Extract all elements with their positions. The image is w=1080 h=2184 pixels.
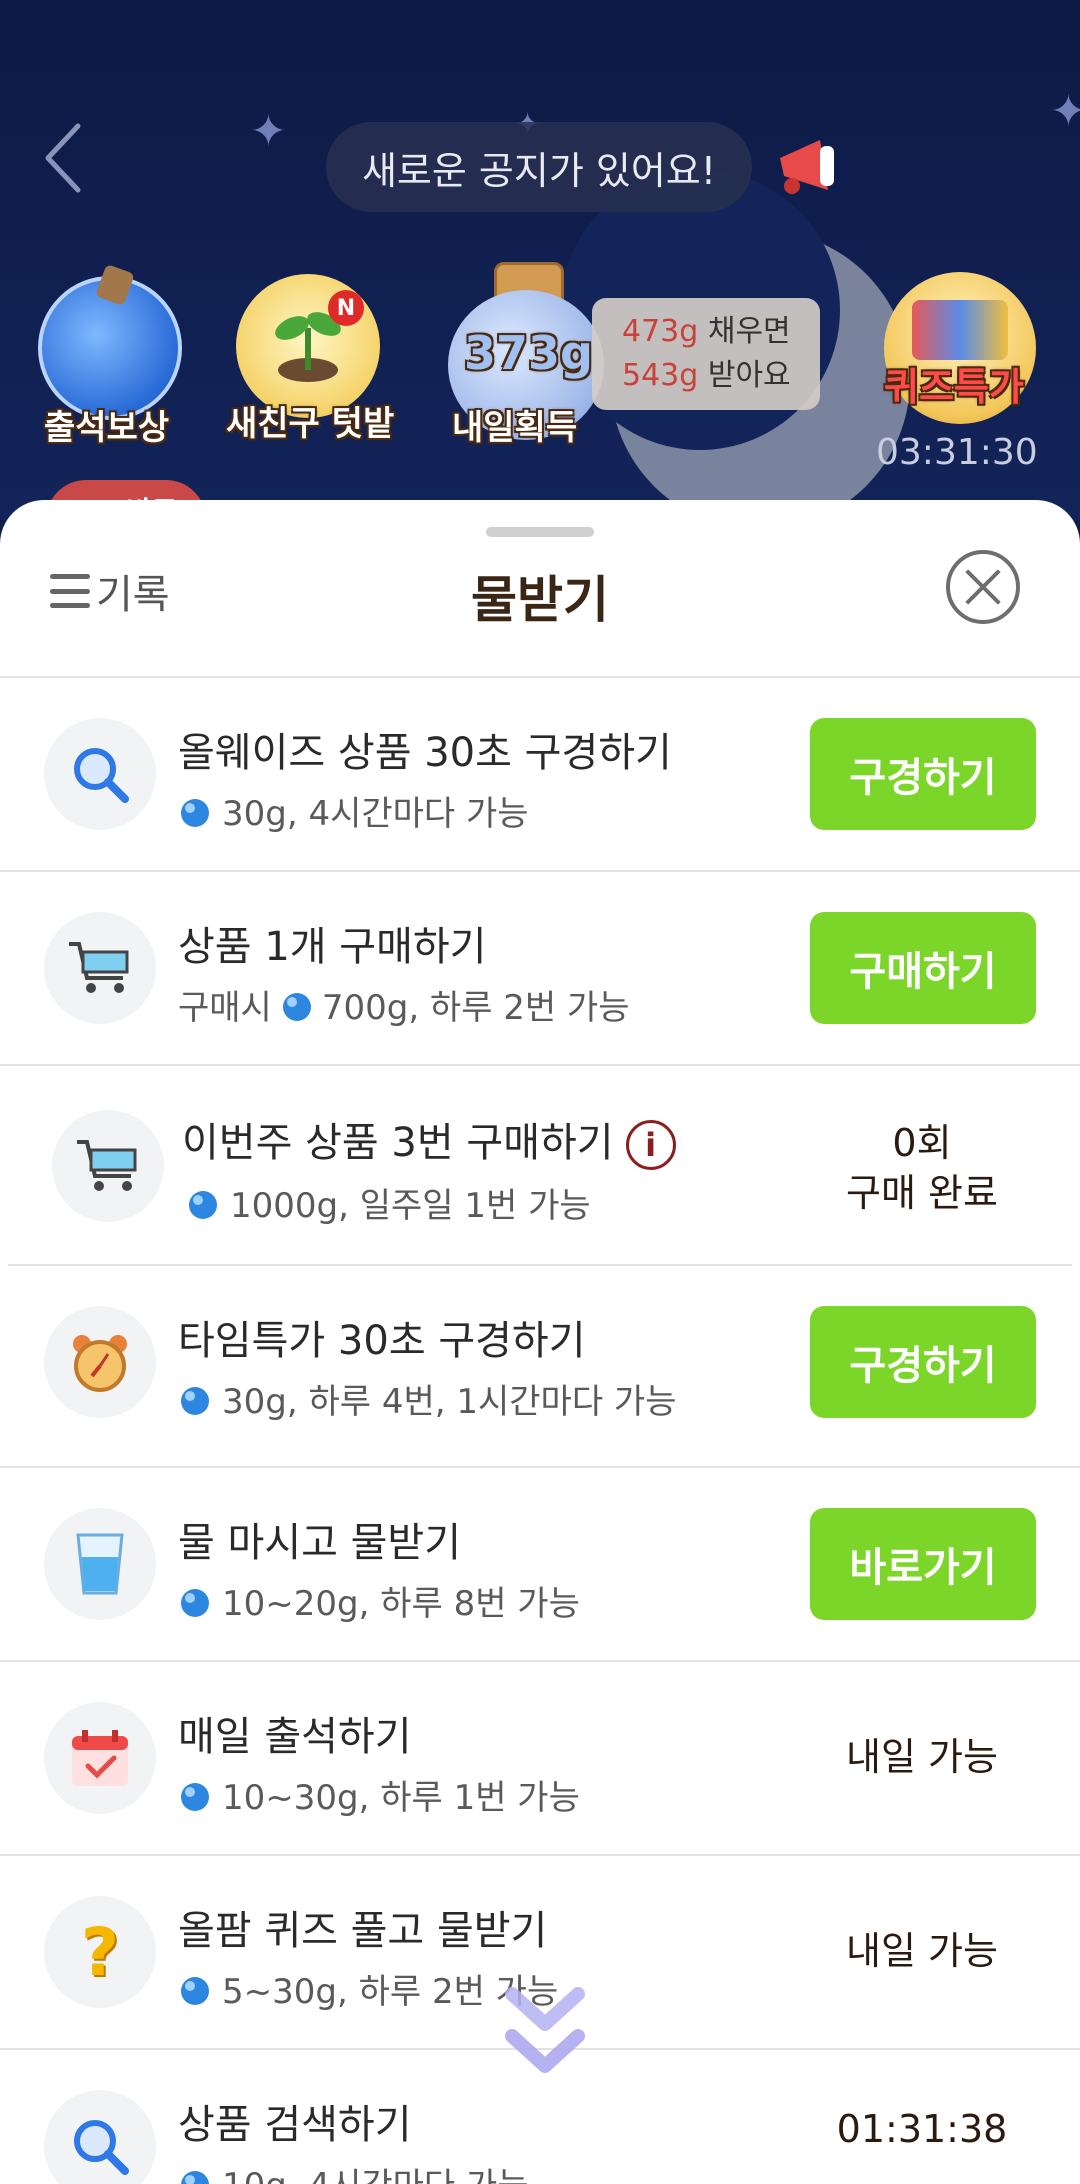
task-title: 매일 출석하기 <box>178 1714 412 1760</box>
task-row: 물 마시고 물받기 10~20g, 하루 8번 가능 바로가기 <box>0 1468 1080 1662</box>
purchase-status: 0회 구매 완료 <box>800 1118 1044 1218</box>
notice-text: 새로운 공지가 있어요! <box>361 148 717 193</box>
browse-button[interactable]: 구경하기 <box>810 1306 1036 1418</box>
water-glass-icon <box>44 1508 156 1620</box>
task-reward-text: 10~30g, 하루 1번 가능 <box>222 1778 580 1818</box>
cart-icon <box>44 912 156 1024</box>
task-title: 올웨이즈 상품 30초 구경하기 <box>178 730 672 776</box>
water-drop-icon <box>282 992 311 1021</box>
night-banner: ✦ ✦ ✦ 새로운 공지가 있어요! 출석보상 N 새친구 텃밭 373g <box>0 0 1080 520</box>
tooltip-amount-2: 543g <box>622 358 699 393</box>
tooltip-text-1: 채우면 <box>698 314 791 349</box>
icon-label: 새친구 텃밭 <box>226 404 395 444</box>
sparkle-icon: ✦ <box>1050 86 1080 137</box>
water-drop-icon <box>181 1976 209 2005</box>
search-icon <box>44 2090 156 2184</box>
scroll-down-chevron-icon[interactable] <box>500 1980 590 2090</box>
icon-label: 퀴즈특가 <box>884 365 1024 409</box>
alarm-clock-icon <box>44 1306 156 1418</box>
availability-status: 내일 가능 <box>846 1735 998 1779</box>
tooltip-amount-1: 473g <box>622 314 699 349</box>
task-reward: 10g, 4시간마다 가능 <box>178 2158 529 2184</box>
cooldown-timer: 01:31:38 <box>836 2107 1008 2151</box>
new-badge: N <box>328 290 364 326</box>
purchase-button[interactable]: 구매하기 <box>810 912 1036 1024</box>
task-reward-text: 30g, 하루 4번, 1시간마다 가능 <box>222 1382 677 1422</box>
task-title: 상품 검색하기 <box>178 2102 412 2148</box>
megaphone-icon[interactable] <box>770 128 850 208</box>
task-reward: 30g, 하루 4번, 1시간마다 가능 <box>178 1374 676 1423</box>
icon-label: 출석보상 <box>44 408 170 448</box>
calendar-check-icon <box>44 1702 156 1814</box>
task-row: 올웨이즈 상품 30초 구경하기 30g, 4시간마다 가능 구경하기 <box>0 678 1080 872</box>
cart-icon <box>52 1110 164 1222</box>
task-reward: 10~30g, 하루 1번 가능 <box>178 1770 580 1819</box>
task-title-wrap: 이번주 상품 3번 구매하기 i <box>182 1110 676 1170</box>
quiz-timer: 03:31:30 <box>876 432 1038 473</box>
task-reward: 10~20g, 하루 8번 가능 <box>178 1576 580 1625</box>
task-reward-text: 10g, 4시간마다 가능 <box>222 2158 529 2184</box>
goal-tooltip: 473g 채우면 543g 받아요 <box>592 298 820 410</box>
task-reward-text: 1000g, 일주일 1번 가능 <box>230 1186 591 1226</box>
task-title: 상품 1개 구매하기 <box>178 924 487 970</box>
task-reward: 30g, 4시간마다 가능 <box>178 786 529 835</box>
browse-button[interactable]: 구경하기 <box>810 718 1036 830</box>
water-amount: 373g <box>464 326 593 380</box>
task-reward-prefix: 구매시 <box>178 988 272 1028</box>
task-reward: 구매시 700g, 하루 2번 가능 <box>178 980 630 1029</box>
icon-label: 내일획득 <box>452 408 578 448</box>
task-row: 이번주 상품 3번 구매하기 i 1000g, 일주일 1번 가능 0회 구매 완… <box>8 1066 1072 1266</box>
task-row: 매일 출석하기 10~30g, 하루 1번 가능 내일 가능 <box>0 1662 1080 1856</box>
sheet-grabber[interactable] <box>486 527 594 537</box>
task-row: 상품 1개 구매하기 구매시 700g, 하루 2번 가능 구매하기 <box>0 872 1080 1066</box>
task-row: 타임특가 30초 구경하기 30g, 하루 4번, 1시간마다 가능 구경하기 <box>0 1266 1080 1468</box>
water-tasks-sheet: 기록 물받기 올웨이즈 상품 30초 구경하기 30g, 4시간마다 가능 구경… <box>0 500 1080 2184</box>
purchase-status-text: 구매 완료 <box>846 1171 998 1215</box>
task-title: 올팜 퀴즈 풀고 물받기 <box>178 1908 548 1954</box>
question-mark-icon: ? <box>44 1896 156 2008</box>
task-reward: 1000g, 일주일 1번 가능 <box>186 1178 591 1227</box>
water-drop-icon <box>181 798 209 827</box>
task-reward-text: 700g, 하루 2번 가능 <box>321 988 630 1028</box>
task-title: 물 마시고 물받기 <box>178 1520 462 1566</box>
water-drop-icon <box>181 1782 209 1811</box>
close-icon[interactable] <box>946 550 1020 624</box>
back-arrow-icon[interactable] <box>38 118 98 198</box>
info-icon[interactable]: i <box>625 1120 676 1170</box>
tooltip-text-2: 받아요 <box>698 358 791 393</box>
go-now-button[interactable]: 바로가기 <box>810 1508 1036 1620</box>
task-title: 타임특가 30초 구경하기 <box>178 1318 586 1364</box>
search-icon <box>44 718 156 830</box>
purchase-count: 0회 <box>892 1121 952 1165</box>
task-reward-text: 10~20g, 하루 8번 가능 <box>222 1584 580 1624</box>
sheet-title: 물받기 <box>471 571 609 629</box>
task-title: 이번주 상품 3번 구매하기 <box>182 1120 614 1166</box>
water-drop-icon <box>181 2170 209 2184</box>
notice-pill[interactable]: 새로운 공지가 있어요! <box>326 122 752 212</box>
availability-status: 내일 가능 <box>846 1929 998 1973</box>
water-drop-icon <box>189 1190 217 1219</box>
water-drop-icon <box>181 1386 209 1415</box>
sparkle-icon: ✦ <box>250 106 287 157</box>
water-drop-icon <box>181 1588 209 1617</box>
task-reward-text: 30g, 4시간마다 가능 <box>222 794 529 834</box>
